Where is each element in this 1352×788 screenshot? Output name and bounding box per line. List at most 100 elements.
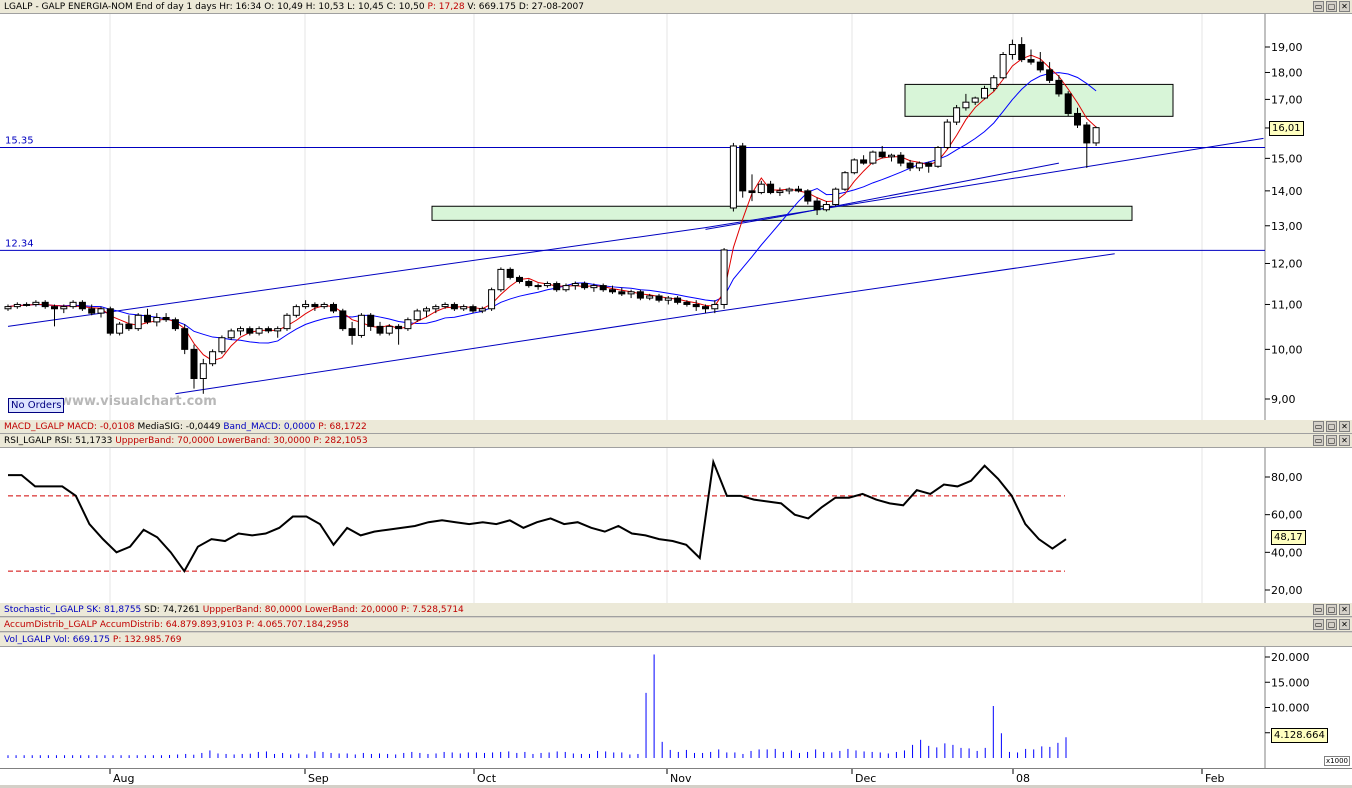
candle-body — [822, 204, 830, 211]
candle-body — [962, 101, 970, 109]
candle-body — [795, 188, 802, 192]
macd-bar: MACD_LGALP MACD: -0,0108 MediaSIG: -0,04… — [0, 420, 1352, 434]
vol-name: Vol_LGALP — [4, 635, 51, 645]
rsi-restore-button[interactable]: ▭ — [1313, 435, 1324, 446]
candle-body — [246, 328, 254, 334]
macd-close-button[interactable]: ✕ — [1339, 421, 1350, 432]
candle — [990, 75, 998, 92]
candle-body — [953, 107, 961, 123]
candle-body — [32, 301, 40, 305]
price-tick-label: 15,00 — [1271, 152, 1303, 165]
candle-body — [841, 172, 849, 190]
no-orders-button[interactable]: No Orders — [8, 398, 65, 413]
candle — [255, 326, 263, 336]
minimize-button[interactable]: ▭ — [1313, 1, 1324, 12]
candle — [302, 300, 310, 309]
candle — [618, 287, 626, 296]
candle-body — [553, 283, 561, 291]
rsi-tick-label: 80,00 — [1271, 471, 1303, 484]
volume-pane[interactable]: 20.00015.00010.0005.000 4.128.664 x1000 — [0, 647, 1352, 768]
candle — [915, 161, 923, 172]
candle-body — [69, 301, 77, 308]
x-tick-label: 08 — [1016, 772, 1030, 785]
candle-body — [264, 328, 272, 332]
candle-body — [97, 308, 105, 314]
rsi-name: RSI_LGALP — [4, 436, 52, 446]
price-tick-label: 17,00 — [1271, 93, 1303, 106]
candle — [264, 326, 272, 334]
open-label: O: 10,49 — [264, 2, 303, 12]
price-tick-label: 11,00 — [1271, 298, 1303, 311]
macd-sig: MediaSIG: -0,0449 — [137, 422, 221, 432]
candle-body — [981, 87, 988, 99]
candle-body — [460, 306, 468, 310]
candle — [1083, 122, 1091, 168]
stoch-maximize-button[interactable]: ▢ — [1326, 604, 1337, 615]
candle-body — [302, 303, 310, 308]
candle-body — [674, 297, 682, 303]
hour-label: Hr: 16:34 — [219, 2, 262, 12]
candle-body — [171, 319, 179, 330]
candle — [999, 51, 1007, 80]
candle-body — [134, 314, 142, 330]
stoch-close-button[interactable]: ✕ — [1339, 604, 1350, 615]
candle — [23, 302, 31, 307]
candle-body — [339, 310, 347, 330]
candle-body — [367, 314, 375, 327]
candle — [841, 171, 849, 191]
candle-body — [144, 314, 151, 323]
candle — [4, 304, 12, 311]
candle-body — [934, 146, 942, 167]
low-label: L: 10,45 — [347, 2, 384, 12]
macd-maximize-button[interactable]: ▢ — [1326, 421, 1337, 432]
price-tick-label: 9,00 — [1271, 393, 1296, 406]
candle-body — [878, 151, 886, 158]
rsi-lower: LowerBand: 30,0000 — [217, 436, 311, 446]
candle-body — [423, 308, 430, 312]
candle — [860, 155, 868, 165]
price-tick-label: 10,00 — [1271, 343, 1303, 356]
accum-restore-button[interactable]: ▭ — [1313, 619, 1324, 630]
candle — [804, 189, 812, 205]
rsi-close-button[interactable]: ✕ — [1339, 435, 1350, 446]
stoch-restore-button[interactable]: ▭ — [1313, 604, 1324, 615]
resistance-zone — [904, 83, 1174, 117]
rsi-pane[interactable]: 80,00 60,00 40,00 20,00 48,17 — [0, 448, 1352, 603]
candle-body — [562, 285, 570, 291]
candle — [116, 321, 124, 336]
macd-p: P: 68,1722 — [318, 422, 367, 432]
candle — [553, 281, 561, 292]
close-button[interactable]: ✕ — [1339, 1, 1350, 12]
candle-body — [227, 330, 235, 339]
candle-body — [13, 303, 21, 308]
macd-restore-button[interactable]: ▭ — [1313, 421, 1324, 432]
candle-body — [190, 348, 198, 380]
candle — [367, 313, 375, 331]
candle — [748, 174, 756, 202]
candle-body — [4, 306, 12, 310]
price-pane[interactable]: 19,0018,0017,0016,0015,0014,0013,0012,00… — [0, 14, 1352, 420]
price-chart: 19,0018,0017,0016,0015,0014,0013,0012,00… — [0, 14, 1303, 420]
candle — [32, 300, 40, 307]
candle-body — [348, 328, 356, 336]
stoch-bar: Stochastic_LGALP SK: 81,8755 SD: 74,7261… — [0, 603, 1352, 617]
candle-body — [534, 285, 542, 288]
accum-close-button[interactable]: ✕ — [1339, 619, 1350, 630]
candle — [925, 161, 933, 173]
macd-name: MACD_LGALP — [4, 422, 65, 432]
candle-body — [23, 303, 31, 306]
candle-body — [860, 159, 868, 164]
candle — [953, 104, 961, 126]
rsi-maximize-button[interactable]: ▢ — [1326, 435, 1337, 446]
candle — [460, 304, 468, 311]
stoch-sk: SK: 81,8755 — [86, 605, 142, 615]
candle-body — [497, 268, 505, 291]
candle-body — [1018, 44, 1026, 61]
candle-body — [850, 159, 858, 174]
candle — [209, 349, 217, 367]
candle — [274, 326, 282, 338]
maximize-button[interactable]: ▢ — [1326, 1, 1337, 12]
accum-maximize-button[interactable]: ▢ — [1326, 619, 1337, 630]
trend-line-0 — [7, 137, 1264, 327]
stoch-p: P: 7.528,5714 — [400, 605, 464, 615]
